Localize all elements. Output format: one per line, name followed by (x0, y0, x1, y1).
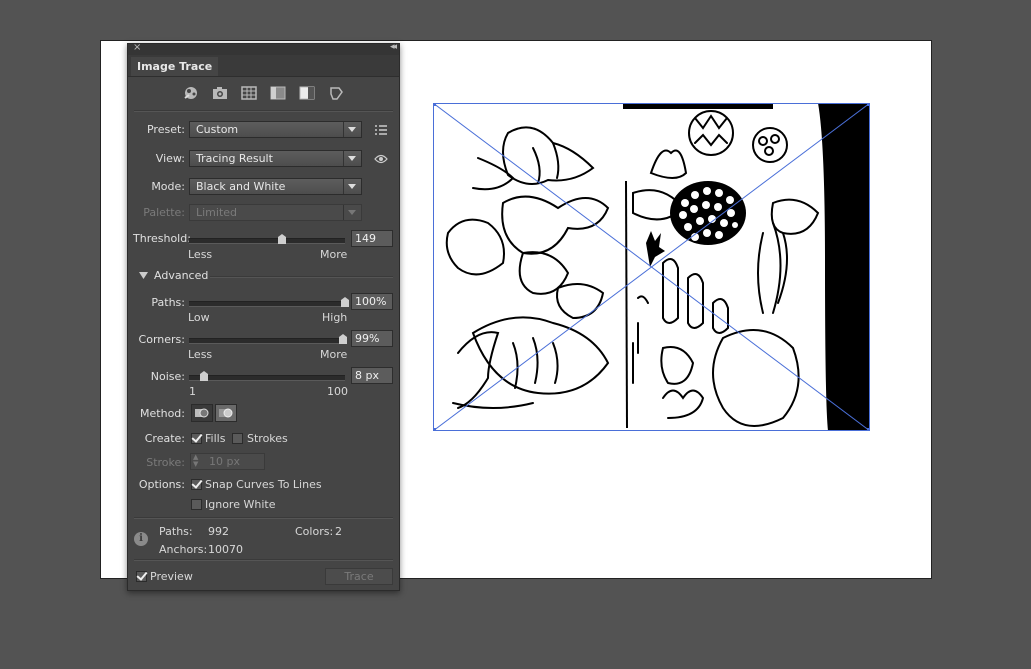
palette-label: Palette: (143, 206, 185, 219)
options-label: Options: (138, 478, 185, 491)
stepper-up-icon: ▲ ▼ (193, 453, 199, 468)
preview-checkbox[interactable] (136, 571, 147, 582)
tab-image-trace[interactable]: Image Trace (131, 57, 219, 76)
corners-field[interactable]: 99% (351, 330, 393, 347)
fills-label[interactable]: Fills (205, 432, 225, 445)
ignore-white-checkbox[interactable] (191, 499, 202, 510)
paths-slider-thumb[interactable] (341, 297, 349, 308)
corners-min-label: Less (188, 348, 213, 361)
preset-label: Preset: (146, 123, 185, 136)
grayscale-icon[interactable] (268, 83, 288, 103)
auto-color-icon[interactable] (181, 83, 201, 103)
panel-titlebar[interactable]: × ◂◂ (128, 42, 399, 55)
stroke-value: 10 px (209, 455, 240, 468)
stats-anchors-label: Anchors: (159, 543, 208, 556)
panel-tab-row: Image Trace (128, 55, 399, 77)
palette-value: Limited (196, 206, 238, 219)
disclosure-triangle-icon[interactable] (139, 272, 148, 279)
paths-slider[interactable] (189, 297, 349, 307)
stats-paths-label: Paths: (159, 525, 193, 538)
strokes-label[interactable]: Strokes (247, 432, 288, 445)
chevron-down-icon (343, 122, 361, 137)
black-white-icon[interactable] (297, 83, 317, 103)
paths-min-label: Low (188, 311, 210, 324)
mode-label: Mode: (151, 180, 185, 193)
info-icon: i (134, 532, 148, 546)
noise-slider-thumb[interactable] (200, 371, 208, 382)
noise-min-label: 1 (189, 385, 196, 398)
stats-colors-label: Colors: (295, 525, 334, 538)
image-trace-panel: × ◂◂ Image Trace Preset: Custom View: Tr… (127, 42, 400, 591)
noise-max-label: 100 (327, 385, 348, 398)
strokes-checkbox[interactable] (232, 433, 243, 444)
threshold-field[interactable]: 149 (351, 230, 393, 247)
low-color-grid-icon[interactable] (239, 83, 259, 103)
create-label: Create: (144, 432, 185, 445)
advanced-label[interactable]: Advanced (154, 269, 208, 282)
threshold-max-label: More (320, 248, 348, 261)
ignore-white-label[interactable]: Ignore White (205, 498, 275, 511)
corners-slider-thumb[interactable] (339, 334, 347, 345)
paths-label: Paths: (151, 296, 185, 309)
camera-icon[interactable] (210, 83, 230, 103)
threshold-min-label: Less (188, 248, 213, 261)
corners-label: Corners: (138, 333, 185, 346)
chevron-down-icon (343, 151, 361, 166)
paths-field[interactable]: 100% (351, 293, 393, 310)
corners-max-label: More (320, 348, 348, 361)
collapse-icon[interactable]: ◂◂ (390, 42, 397, 52)
mode-value: Black and White (196, 180, 286, 193)
trace-button[interactable]: Trace (325, 568, 393, 585)
outline-icon[interactable] (326, 83, 346, 103)
advanced-divider (210, 276, 393, 278)
paths-max-label: High (322, 311, 348, 324)
traced-image[interactable] (433, 103, 870, 431)
chevron-down-icon (343, 179, 361, 194)
preview-label[interactable]: Preview (150, 570, 193, 583)
view-value: Tracing Result (196, 152, 273, 165)
threshold-slider[interactable] (189, 234, 345, 244)
palette-dropdown: Limited (189, 204, 362, 221)
noise-label: Noise: (150, 370, 185, 383)
method-abutting-button[interactable] (191, 404, 213, 422)
eye-icon[interactable] (374, 152, 388, 166)
divider (134, 110, 393, 112)
preset-value: Custom (196, 123, 239, 136)
method-overlapping-button[interactable] (215, 404, 237, 422)
stats-paths-value: 992 (208, 525, 229, 538)
stroke-label: Stroke: (146, 456, 185, 469)
method-button-group (191, 404, 239, 422)
overlapping-icon (219, 408, 233, 418)
preset-icon-bar (128, 83, 399, 105)
threshold-label: Threshold: (133, 232, 191, 245)
view-dropdown[interactable]: Tracing Result (189, 150, 362, 167)
noise-slider[interactable] (189, 371, 345, 381)
mode-dropdown[interactable]: Black and White (189, 178, 362, 195)
preset-dropdown[interactable]: Custom (189, 121, 362, 138)
close-icon[interactable]: × (133, 42, 141, 53)
snap-curves-label[interactable]: Snap Curves To Lines (205, 478, 322, 491)
threshold-slider-thumb[interactable] (278, 234, 286, 245)
divider (134, 517, 393, 519)
view-label: View: (155, 152, 185, 165)
abutting-icon (195, 408, 209, 418)
noise-field[interactable]: 8 px (351, 367, 393, 384)
divider (134, 559, 393, 561)
fills-checkbox[interactable] (191, 433, 202, 444)
stroke-field: ▲ ▼ 10 px (190, 453, 265, 470)
chevron-down-icon (343, 205, 361, 220)
snap-curves-checkbox[interactable] (191, 479, 202, 490)
preset-list-icon[interactable] (374, 123, 388, 137)
stats-colors-value: 2 (335, 525, 342, 538)
method-label: Method: (140, 407, 185, 420)
stats-anchors-value: 10070 (208, 543, 243, 556)
corners-slider[interactable] (189, 334, 347, 344)
